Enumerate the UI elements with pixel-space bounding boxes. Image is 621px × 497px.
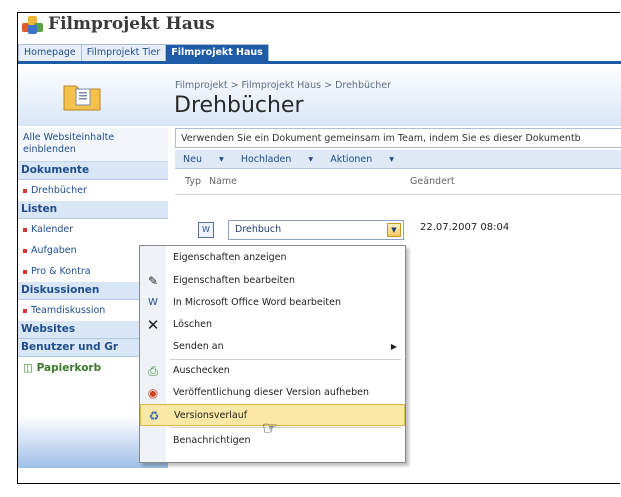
unpublish-icon: ◉: [147, 386, 159, 400]
submenu-arrow-icon: ▶: [390, 342, 397, 351]
list-toolbar: Neu ▾ Hochladen ▾ Aktionen ▾: [175, 150, 621, 169]
all-site-content-link[interactable]: Alle Websiteinhalte einblenden: [18, 128, 168, 162]
column-modified[interactable]: Geändert: [410, 171, 455, 193]
table-row: W Drehbuch ▼ 22.07.2007 08:04: [198, 220, 621, 242]
edit-icon: ✎: [147, 274, 159, 288]
site-title: Filmprojekt Haus: [48, 14, 215, 34]
menu-item-edit-in-word[interactable]: W In Microsoft Office Word bearbeiten: [140, 292, 405, 314]
tab-filmprojekt-haus[interactable]: Filmprojekt Haus: [165, 44, 269, 61]
document-name-link[interactable]: Drehbuch ▼: [228, 220, 404, 240]
menu-item-delete[interactable]: ✕ Löschen: [140, 314, 405, 336]
new-menu[interactable]: Neu ▾: [183, 154, 224, 165]
version-history-icon: ♻: [148, 409, 160, 423]
list-description: Verwenden Sie ein Dokument gemeinsam im …: [175, 128, 621, 148]
column-headers: Typ Name Geändert: [175, 171, 621, 195]
site-logo-icon: [22, 14, 44, 34]
menu-item-send-to[interactable]: Senden an ▶: [140, 336, 405, 358]
library-folder-icon: [62, 80, 102, 112]
bullet-icon: [23, 188, 27, 193]
document-modified: 22.07.2007 08:04: [420, 222, 510, 233]
nav-heading-documents[interactable]: Dokumente: [18, 162, 168, 180]
word-document-icon: W: [198, 222, 214, 238]
bullet-icon: [23, 248, 27, 253]
menu-item-checkout[interactable]: ⎙ Auschecken: [140, 360, 405, 382]
tab-homepage[interactable]: Homepage: [18, 44, 82, 61]
nav-item-kalender[interactable]: Kalender: [18, 219, 168, 240]
site-header: Filmprojekt Haus: [22, 12, 215, 36]
delete-icon: ✕: [146, 316, 160, 334]
bullet-icon: [23, 269, 27, 274]
breadcrumb[interactable]: Filmprojekt > Filmprojekt Haus > Drehbüc…: [175, 80, 391, 91]
bullet-icon: [23, 227, 27, 232]
upload-menu[interactable]: Hochladen ▾: [241, 154, 313, 165]
item-dropdown-button[interactable]: ▼: [387, 223, 401, 237]
page-title: Drehbücher: [174, 93, 304, 118]
nav-heading-lists[interactable]: Listen: [18, 201, 168, 219]
column-type[interactable]: Typ: [185, 176, 201, 187]
word-icon: W: [148, 297, 158, 308]
menu-item-edit-properties[interactable]: ✎ Eigenschaften bearbeiten: [140, 270, 405, 292]
menu-item-unpublish[interactable]: ◉ Veröffentlichung dieser Version aufhebe…: [140, 382, 405, 404]
column-name[interactable]: Name: [209, 171, 237, 193]
checkout-icon: ⎙: [148, 364, 158, 378]
hand-cursor-icon: ☞: [262, 418, 279, 439]
top-nav-tabs: Homepage Filmprojekt Tier Filmprojekt Ha…: [18, 44, 269, 61]
nav-item-drehbuecher[interactable]: Drehbücher: [18, 180, 168, 201]
bullet-icon: [23, 308, 27, 313]
tab-filmprojekt-tier[interactable]: Filmprojekt Tier: [80, 44, 167, 61]
recycle-bin-icon: ◫: [23, 362, 37, 374]
actions-menu[interactable]: Aktionen ▾: [330, 154, 394, 165]
page-header: [18, 64, 621, 126]
menu-separator: [170, 427, 401, 428]
menu-item-view-properties[interactable]: Eigenschaften anzeigen: [140, 247, 405, 269]
